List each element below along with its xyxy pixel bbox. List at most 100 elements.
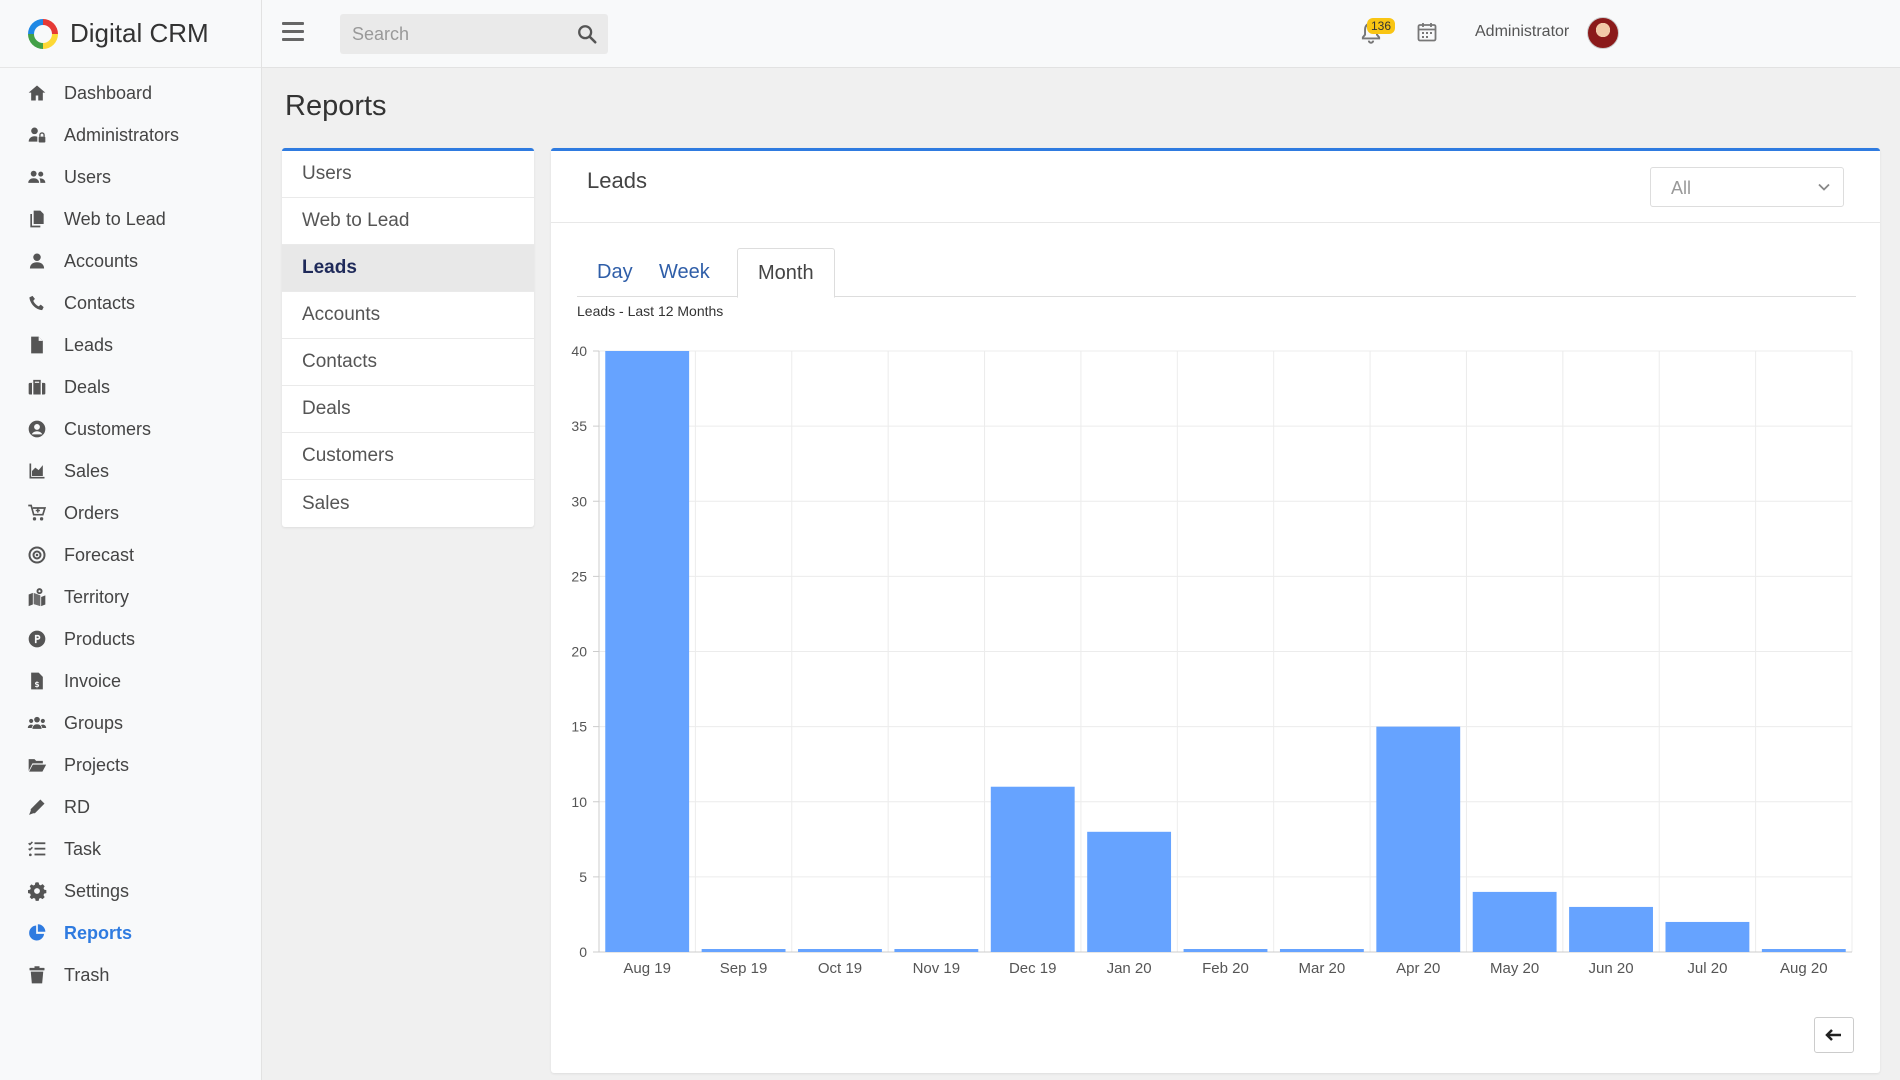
y-tick-label: 40 [571,343,587,359]
sidebar-item-users[interactable]: Users [0,156,261,198]
report-menu-item-users[interactable]: Users [282,151,534,198]
x-tick-label: Aug 19 [623,960,671,977]
sidebar-item-label: Customers [64,418,152,439]
invoice-dollar-icon: $ [26,670,48,692]
sidebar-item-products[interactable]: Products [0,618,261,660]
leads-bar-chart: 0 5 10 15 20 25 30 35 40 Aug 19 Sep 19 Oct 19 Nov 19… [571,343,1853,977]
search-icon[interactable] [576,23,598,45]
bar-aug-19 [605,351,690,952]
report-menu-item-leads[interactable]: Leads [282,245,534,292]
sidebar-item-forecast[interactable]: Forecast [0,534,261,576]
filter-select-value: All [1671,178,1692,198]
pencil-icon [26,796,48,818]
x-tick-label: Apr 20 [1396,960,1440,977]
avatar[interactable] [1587,17,1619,49]
sidebar-item-groups[interactable]: Groups [0,702,261,744]
map-marked-icon [26,586,48,608]
sidebar-item-trash[interactable]: Trash [0,954,261,996]
sidebar-item-rd[interactable]: RD [0,786,261,828]
briefcase-icon [26,376,48,398]
copy-icon [26,208,48,230]
y-tick-label: 15 [571,719,587,735]
sidebar-item-label: Web to Lead [64,208,166,229]
pie-chart-icon [26,922,48,944]
sidebar-item-projects[interactable]: Projects [0,744,261,786]
user-icon [26,250,48,272]
bullseye-icon [26,544,48,566]
area-chart-icon [26,460,48,482]
bar-may-20 [1472,891,1557,952]
sidebar-item-deals[interactable]: Deals [0,366,261,408]
phone-icon [26,292,48,314]
sidebar-item-label: Groups [64,712,124,733]
sidebar-item-label: Settings [64,880,130,901]
sidebar-item-invoice[interactable]: $ Invoice [0,660,261,702]
sidebar-item-settings[interactable]: Settings [0,870,261,912]
filter-select[interactable]: All [1650,167,1844,207]
sidebar-item-web-to-lead[interactable]: Web to Lead [0,198,261,240]
sidebar: Digital CRM Dashboard Administrators Users… [0,0,262,1080]
sidebar-item-label: Products [64,628,136,649]
groups-icon [26,712,48,734]
sidebar-item-label: Dashboard [64,82,153,103]
x-tick-label: Feb 20 [1202,960,1249,977]
sidebar-item-label: Deals [64,376,111,397]
report-menu-item-accounts[interactable]: Accounts [282,292,534,339]
sidebar-item-customers[interactable]: Customers [0,408,261,450]
chart-card: Leads All Day Week Month Leads - Last 12 M… [551,148,1880,1073]
sidebar-item-territory[interactable]: Territory [0,576,261,618]
menu-toggle-icon[interactable] [282,22,304,42]
y-tick-label: 10 [571,794,587,810]
card-title: Leads [587,168,647,193]
tab-week[interactable]: Week [639,248,730,297]
sidebar-item-leads[interactable]: Leads [0,324,261,366]
bar-nov-19 [894,949,979,952]
report-menu-item-sales[interactable]: Sales [282,480,534,527]
arrow-left-icon [1825,1029,1841,1041]
back-button[interactable] [1814,1017,1854,1053]
sidebar-item-sales[interactable]: Sales [0,450,261,492]
sidebar-item-label: Leads [64,334,114,355]
brand-logo-icon [28,18,58,49]
sidebar-item-administrators[interactable]: Administrators [0,114,261,156]
search-input[interactable] [340,14,560,54]
x-tick-label: Mar 20 [1299,960,1346,977]
x-tick-label: Jun 20 [1589,960,1634,977]
card-header: Leads All [551,151,1880,223]
cart-plus-icon [26,502,48,524]
sidebar-item-label: Orders [64,502,120,523]
report-menu-item-customers[interactable]: Customers [282,433,534,480]
sidebar-item-reports[interactable]: Reports [0,912,261,954]
users-icon [26,166,48,188]
chart-title: Leads - Last 12 Months [577,303,724,319]
sidebar-item-dashboard[interactable]: Dashboard [0,72,261,114]
bar-dec-19 [990,786,1075,952]
user-name[interactable]: Administrator [1475,23,1569,41]
bar-jul-20 [1665,921,1750,952]
y-tick-label: 5 [579,869,587,885]
search-box [340,14,608,54]
bar-aug-20 [1761,949,1846,952]
tab-month[interactable]: Month [737,248,835,298]
sidebar-item-accounts[interactable]: Accounts [0,240,261,282]
chevron-down-icon [1818,183,1830,191]
y-tick-label: 0 [579,944,587,960]
y-tick-label: 35 [571,418,587,434]
sidebar-item-label: Reports [64,922,133,943]
page-title: Reports [285,90,387,122]
x-tick-label: Jul 20 [1687,960,1727,977]
sidebar-item-label: Projects [64,754,130,775]
gear-icon [26,880,48,902]
sidebar-item-orders[interactable]: Orders [0,492,261,534]
y-tick-label: 20 [571,644,587,660]
folder-open-icon [26,754,48,776]
report-menu-item-contacts[interactable]: Contacts [282,339,534,386]
brand[interactable]: Digital CRM [0,0,261,68]
sidebar-item-task[interactable]: Task [0,828,261,870]
sidebar-item-contacts[interactable]: Contacts [0,282,261,324]
sidebar-item-label: RD [64,796,90,817]
report-menu-item-deals[interactable]: Deals [282,386,534,433]
report-menu-item-web-to-lead[interactable]: Web to Lead [282,198,534,245]
x-tick-label: Dec 19 [1009,960,1057,977]
calendar-icon[interactable] [1415,20,1439,44]
